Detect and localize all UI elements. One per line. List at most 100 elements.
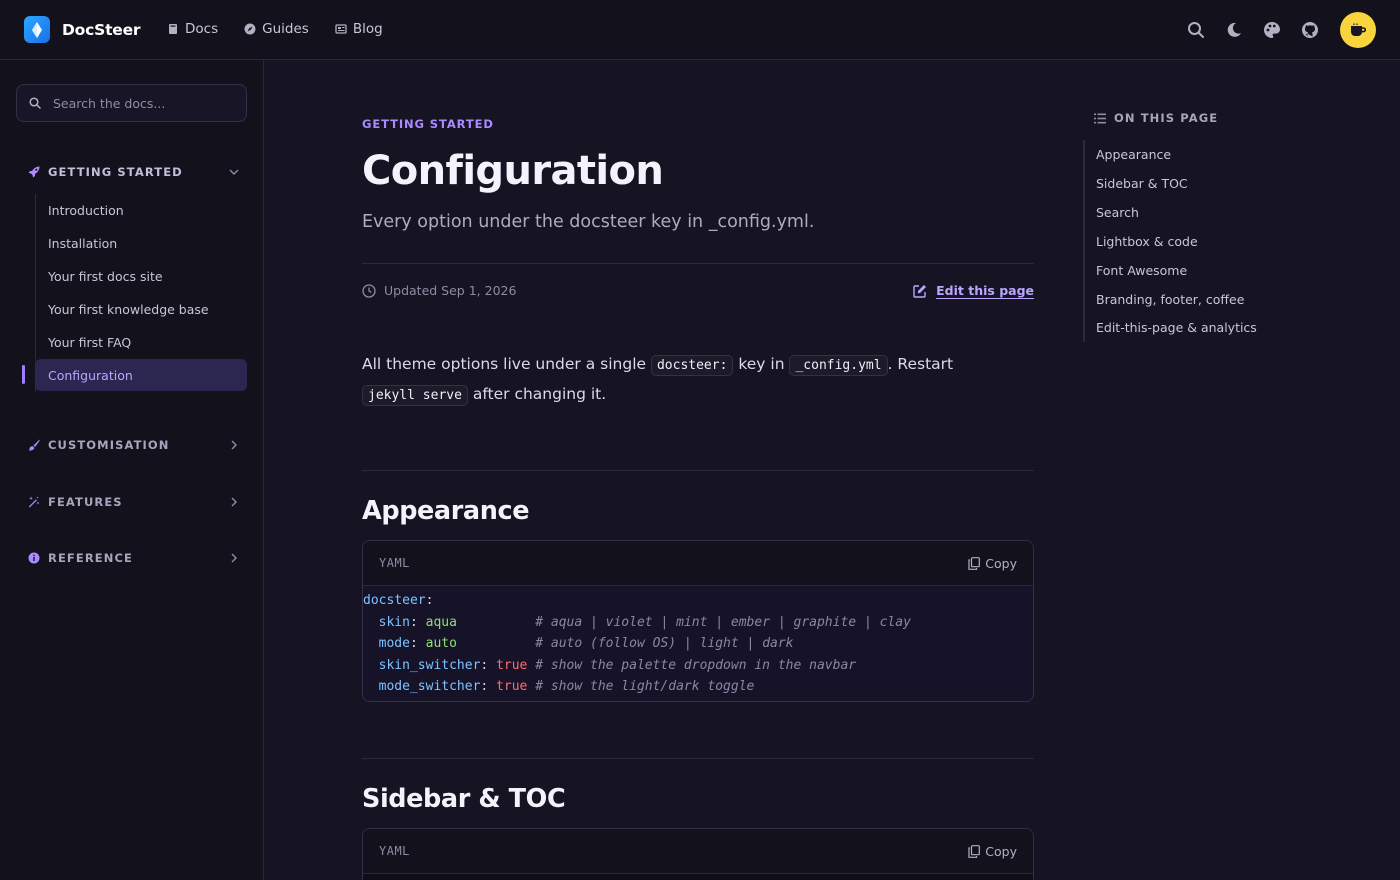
nav-link-label: Guides <box>262 21 309 37</box>
page-meta: Updated Sep 1, 2026 Edit this page <box>362 283 1034 298</box>
coffee-icon <box>1351 23 1366 36</box>
sidebar-section-getting-started[interactable]: GETTING STARTED <box>28 162 240 182</box>
copy-icon <box>968 556 981 570</box>
search-icon[interactable] <box>1186 20 1206 40</box>
clock-icon <box>362 283 376 298</box>
code-language: YAML <box>379 844 410 858</box>
info-icon <box>28 552 40 564</box>
section-heading-appearance: Appearance <box>362 496 530 526</box>
yaml-key: skin <box>378 614 410 630</box>
sidebar-item-label: Introduction <box>48 202 124 218</box>
navbar-actions <box>1186 12 1376 48</box>
intro-text: . Restart <box>887 355 954 373</box>
code-padding <box>457 636 535 651</box>
sidebar-section-customisation[interactable]: CUSTOMISATION <box>28 435 240 455</box>
edit-icon <box>913 284 927 298</box>
sidebar-section-label: FEATURES <box>48 495 123 509</box>
toc-item-appearance[interactable]: Appearance <box>1096 147 1171 162</box>
yaml-value: true <box>496 657 528 673</box>
nav-link-docs[interactable]: Docs <box>167 21 218 37</box>
magic-wand-icon <box>28 496 40 508</box>
yaml-key: mode <box>378 636 410 652</box>
search-input[interactable] <box>53 95 233 111</box>
toc-item-sidebar-toc[interactable]: Sidebar & TOC <box>1096 176 1188 191</box>
code-block-header: YAML Copy <box>363 829 1033 874</box>
copy-icon <box>968 844 981 858</box>
newspaper-icon <box>335 24 347 34</box>
copy-label: Copy <box>985 555 1017 571</box>
chevron-down-icon <box>229 169 239 175</box>
sidebar-item-configuration[interactable]: Configuration <box>35 359 247 391</box>
sidebar-item-first-faq[interactable]: Your first FAQ <box>35 326 247 358</box>
sidebar-item-first-docs-site[interactable]: Your first docs site <box>35 260 247 292</box>
edit-page-link[interactable]: Edit this page <box>913 283 1034 298</box>
sidebar-search[interactable] <box>16 84 247 122</box>
yaml-value: auto <box>425 636 457 652</box>
toc-title: ON THIS PAGE <box>1094 111 1218 125</box>
palette-icon[interactable] <box>1262 20 1282 40</box>
toc-item-edit-analytics[interactable]: Edit-this-page & analytics <box>1096 320 1257 335</box>
book-icon <box>169 24 177 34</box>
updated-date: Updated Sep 1, 2026 <box>362 283 516 298</box>
chevron-right-icon <box>231 440 237 450</box>
code-block-header: YAML Copy <box>363 541 1033 586</box>
copy-button[interactable]: Copy <box>968 844 1017 859</box>
toc-rail <box>1083 140 1085 342</box>
inline-code: _config.yml <box>789 355 888 376</box>
page-eyebrow: GETTING STARTED <box>362 117 494 131</box>
brand[interactable]: DocSteer <box>24 16 141 43</box>
brand-logo-icon <box>24 16 50 43</box>
section-divider <box>362 470 1034 471</box>
sidebar-item-introduction[interactable]: Introduction <box>35 194 247 226</box>
sidebar-section-reference[interactable]: REFERENCE <box>28 548 240 568</box>
code-block-sidebar-toc: YAML Copy <box>362 828 1034 880</box>
nav-link-blog[interactable]: Blog <box>335 21 383 37</box>
sidebar-section-label: CUSTOMISATION <box>48 438 170 452</box>
sidebar-item-label: Configuration <box>48 367 133 383</box>
sidebar-item-first-knowledge-base[interactable]: Your first knowledge base <box>35 293 247 325</box>
sidebar-section-label: GETTING STARTED <box>48 165 183 179</box>
copy-button[interactable]: Copy <box>968 556 1017 571</box>
github-icon[interactable] <box>1300 20 1320 40</box>
yaml-comment: # auto (follow OS) | light | dark <box>535 636 794 652</box>
intro-text: All theme options live under a single <box>362 355 651 373</box>
sidebar-item-label: Installation <box>48 235 118 251</box>
toc-item-branding[interactable]: Branding, footer, coffee <box>1096 292 1244 307</box>
page-title: Configuration <box>362 148 664 194</box>
code-line: skin: aqua # aqua | violet | mint | embe… <box>378 614 911 630</box>
sidebar-section-features[interactable]: FEATURES <box>28 492 240 512</box>
intro-paragraph: All theme options live under a single do… <box>362 350 962 410</box>
copy-label: Copy <box>985 843 1017 859</box>
code-padding <box>457 615 535 630</box>
code-line: skin_switcher: true # show the palette d… <box>378 657 857 673</box>
compass-icon <box>244 23 256 35</box>
moon-icon[interactable] <box>1224 20 1244 40</box>
nav-link-label: Docs <box>185 21 219 37</box>
yaml-comment: # show the palette dropdown in the navba… <box>535 657 857 673</box>
sidebar-item-label: Your first docs site <box>48 268 163 284</box>
chevron-right-icon <box>231 553 237 563</box>
yaml-comment: # show the light/dark toggle <box>535 679 755 695</box>
intro-text: key in <box>733 355 790 373</box>
inline-code: docsteer: <box>650 355 734 376</box>
toc-item-search[interactable]: Search <box>1096 205 1139 220</box>
nav-links: Docs Guides Blog <box>167 21 383 37</box>
rocket-icon <box>28 166 40 178</box>
code-line: mode_switcher: true # show the light/dar… <box>378 679 755 695</box>
intro-text: after changing it. <box>467 385 607 403</box>
top-navbar: DocSteer Docs Guides Blog <box>0 0 1400 60</box>
toc-title-label: ON THIS PAGE <box>1114 111 1219 125</box>
section-divider <box>362 758 1034 759</box>
sidebar-item-label: Your first FAQ <box>48 334 132 350</box>
sidebar-item-installation[interactable]: Installation <box>35 227 247 259</box>
code-line: docsteer: <box>363 593 434 608</box>
coffee-button[interactable] <box>1340 12 1376 48</box>
yaml-value: aqua <box>425 614 457 630</box>
nav-link-guides[interactable]: Guides <box>244 21 309 37</box>
toc-item-lightbox-code[interactable]: Lightbox & code <box>1096 234 1198 249</box>
brush-icon <box>28 439 40 451</box>
search-icon <box>29 97 41 109</box>
section-heading-sidebar-toc: Sidebar & TOC <box>362 784 566 814</box>
toc-item-font-awesome[interactable]: Font Awesome <box>1096 263 1187 278</box>
code-body: docsteer: skin: aqua # aqua | violet | m… <box>363 586 1033 701</box>
